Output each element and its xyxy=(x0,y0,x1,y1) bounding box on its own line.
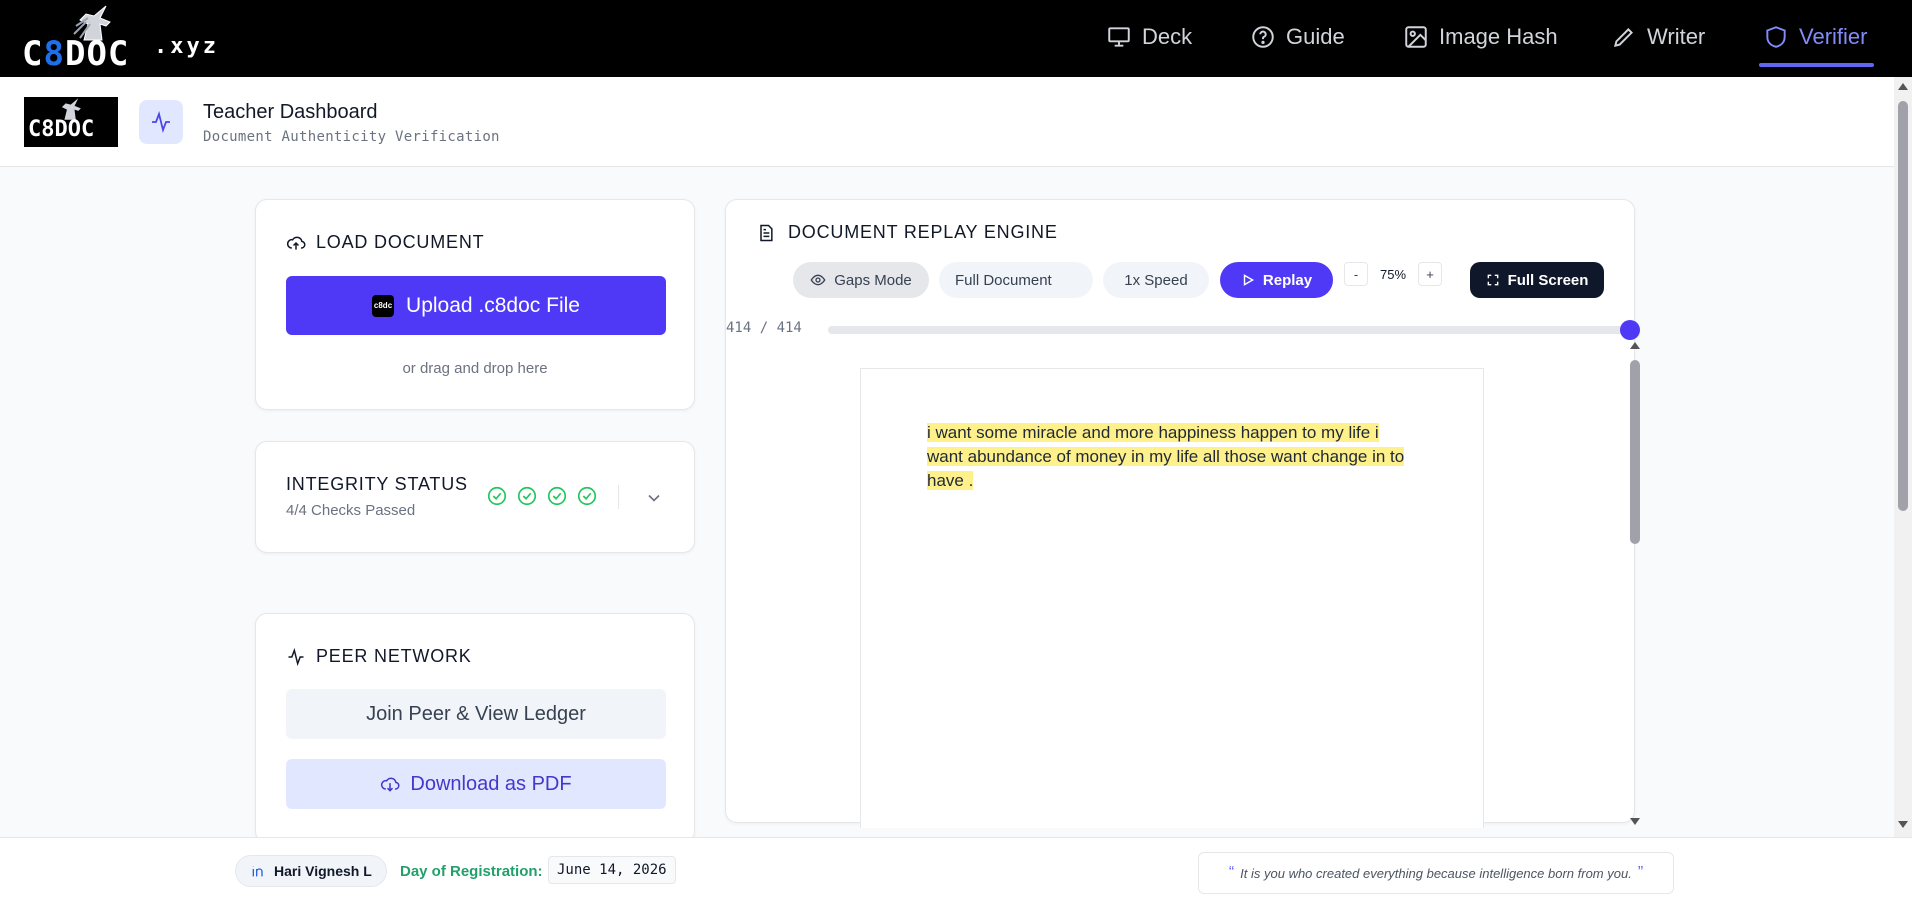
top-navbar: C8DOC .xyz Deck Guide Image Hash Writer … xyxy=(0,0,1912,77)
nav-guide[interactable]: Guide xyxy=(1250,20,1345,54)
header-logo: C8DOC xyxy=(24,97,118,147)
check-circle-icon xyxy=(487,486,507,506)
nav-image-hash-label: Image Hash xyxy=(1439,24,1558,49)
integrity-title: INTEGRITY STATUS xyxy=(286,474,468,494)
divider xyxy=(618,485,619,509)
cloud-upload-icon xyxy=(286,236,306,250)
peer-network-title: PEER NETWORK xyxy=(286,646,472,667)
page-scroll-thumb[interactable] xyxy=(1898,101,1908,511)
logo-text: C8DOC xyxy=(22,34,130,74)
play-icon xyxy=(1243,274,1254,286)
upload-file-button[interactable]: c8dc Upload .c8doc File xyxy=(286,276,666,335)
load-document-title: LOAD DOCUMENT xyxy=(286,232,484,253)
pen-icon xyxy=(1613,28,1633,48)
help-circle-icon xyxy=(1252,26,1274,48)
gaps-mode-toggle[interactable]: Gaps Mode xyxy=(793,262,929,298)
nav-verifier[interactable]: Verifier xyxy=(1763,20,1867,54)
replay-engine-card: DOCUMENT REPLAY ENGINE Gaps Mode Full Do… xyxy=(725,199,1640,828)
footer-bar: Hari Vignesh L Day of Registration: June… xyxy=(0,837,1912,905)
page-scrollbar[interactable] xyxy=(1894,77,1912,837)
c8doc-file-icon: c8dc xyxy=(372,294,395,317)
brand-logo[interactable]: C8DOC .xyz xyxy=(22,4,222,74)
expand-icon xyxy=(1487,274,1498,286)
scroll-thumb[interactable] xyxy=(1630,360,1640,544)
upload-button-label: Upload .c8doc File xyxy=(406,293,580,317)
replay-button[interactable]: Replay xyxy=(1220,262,1333,298)
integrity-status-card[interactable]: INTEGRITY STATUS 4/4 Checks Passed xyxy=(255,441,695,553)
logo-suffix: .xyz xyxy=(154,34,219,59)
dashboard-header: C8DOC Teacher Dashboard Document Authent… xyxy=(0,77,1894,167)
document-icon xyxy=(760,224,773,241)
drag-drop-hint: or drag and drop here xyxy=(402,360,548,377)
check-circle-icon xyxy=(517,486,537,506)
active-tab-indicator xyxy=(1759,63,1874,67)
nav-writer-label: Writer xyxy=(1647,24,1706,49)
registration-label: Day of Registration: xyxy=(400,863,543,880)
download-pdf-label: Download as PDF xyxy=(410,772,572,795)
zoom-controls: - 75% + xyxy=(1344,262,1442,286)
chevron-down-icon[interactable] xyxy=(644,488,664,508)
scroll-up-arrow[interactable] xyxy=(1630,342,1640,349)
replay-timeline-track[interactable] xyxy=(828,326,1628,334)
quote-box: “ It is you who created everything becau… xyxy=(1198,852,1674,894)
presentation-icon xyxy=(1108,27,1130,47)
scroll-down-arrow[interactable] xyxy=(1630,818,1640,825)
replay-engine-title: DOCUMENT REPLAY ENGINE xyxy=(756,222,1058,243)
replay-counter: 414 / 414 xyxy=(726,320,802,336)
join-peer-button[interactable]: Join Peer & View Ledger xyxy=(286,689,666,739)
author-name: Hari Vignesh L xyxy=(274,863,372,879)
replay-timeline-handle[interactable] xyxy=(1620,320,1640,340)
image-icon xyxy=(1405,26,1427,48)
page-title: Teacher Dashboard xyxy=(203,101,378,123)
download-pdf-button[interactable]: Download as PDF xyxy=(286,759,666,809)
nav-guide-label: Guide xyxy=(1286,24,1345,49)
nav-writer[interactable]: Writer xyxy=(1611,20,1705,54)
fullscreen-button[interactable]: Full Screen xyxy=(1470,262,1604,298)
registration-date: June 14, 2026 xyxy=(548,856,676,884)
load-document-card: LOAD DOCUMENT c8dc Upload .c8doc File or… xyxy=(255,199,695,410)
quote-text: It is you who created everything because… xyxy=(1240,865,1632,881)
page-scroll-up-arrow[interactable] xyxy=(1898,83,1908,90)
activity-icon xyxy=(288,647,304,666)
page-subtitle: Document Authenticity Verification xyxy=(203,129,500,145)
nav-verifier-label: Verifier xyxy=(1799,24,1868,49)
shield-icon xyxy=(1766,26,1786,48)
cloud-download-icon xyxy=(381,777,400,792)
activity-icon xyxy=(139,100,183,144)
scope-select[interactable]: Full Document xyxy=(939,262,1093,298)
nav-image-hash[interactable]: Image Hash xyxy=(1403,20,1558,54)
document-scrollbar[interactable] xyxy=(1628,340,1642,828)
nav-deck[interactable]: Deck xyxy=(1106,20,1192,54)
integrity-subtitle: 4/4 Checks Passed xyxy=(286,502,416,519)
nav-deck-label: Deck xyxy=(1142,24,1193,49)
author-badge[interactable]: Hari Vignesh L xyxy=(235,855,387,887)
linkedin-icon xyxy=(252,866,263,877)
zoom-level: 75% xyxy=(1379,266,1407,282)
speed-select[interactable]: 1x Speed xyxy=(1103,262,1209,298)
open-quote-icon: “ xyxy=(1228,864,1235,881)
header-logo-text: C8DOC xyxy=(28,117,95,142)
check-indicators xyxy=(486,485,598,507)
peer-network-card: PEER NETWORK Join Peer & View Ledger Dow… xyxy=(255,613,695,843)
page-scroll-down-arrow[interactable] xyxy=(1898,821,1908,828)
eye-icon xyxy=(810,274,826,286)
document-text: i want some miracle and more happiness h… xyxy=(927,423,1405,490)
zoom-in-button[interactable]: + xyxy=(1418,262,1442,286)
zoom-out-button[interactable]: - xyxy=(1344,262,1368,286)
document-page: i want some miracle and more happiness h… xyxy=(860,368,1484,828)
close-quote-icon: ” xyxy=(1637,864,1644,881)
check-circle-icon xyxy=(547,486,567,506)
check-circle-icon xyxy=(577,486,597,506)
